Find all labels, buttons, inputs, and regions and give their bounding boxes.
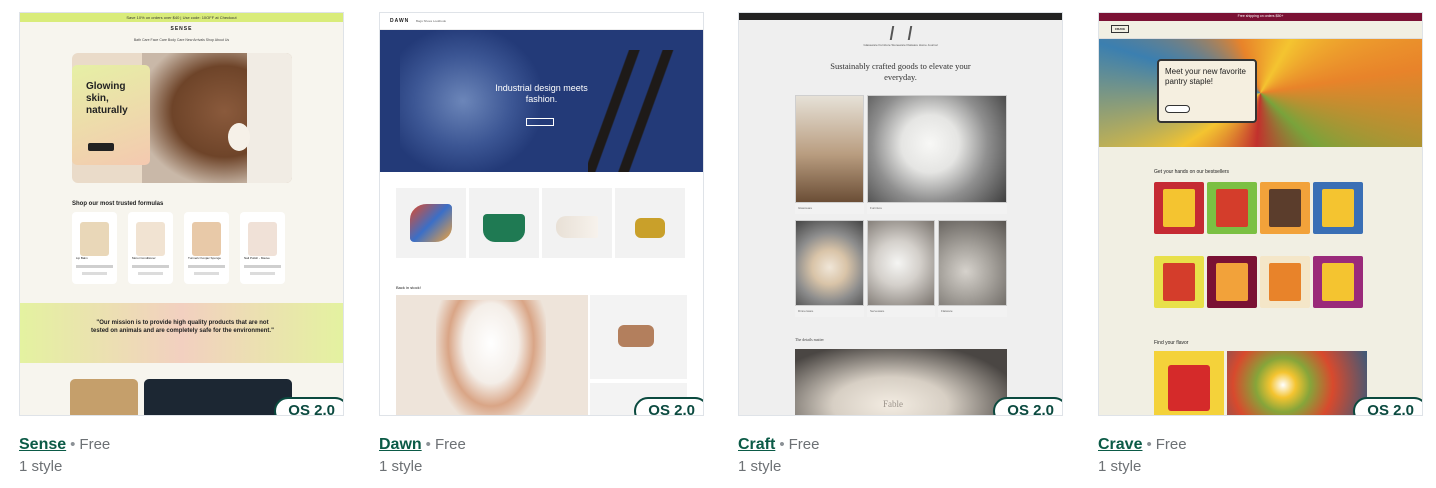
preview-product-card [615, 188, 685, 258]
separator-dot: • [779, 436, 785, 453]
os2-badge: OS 2.0 [634, 397, 703, 415]
preview-product-card [1260, 256, 1310, 308]
preview-collection-image [795, 220, 864, 306]
theme-meta: Dawn • Free [379, 434, 704, 456]
preview-hero-button [526, 118, 554, 126]
preview-nav: Bath Care Face Care Body Care New Arriva… [133, 38, 230, 42]
preview-header [1099, 21, 1422, 39]
preview-collection-image [867, 220, 935, 306]
preview-collection-label: Dinnerware [795, 306, 864, 317]
preview-nav: Bags Shoes Lookbook [416, 19, 447, 23]
preview-logo [889, 26, 913, 40]
theme-price: Free [79, 436, 111, 453]
preview-section-title: Back in stock! [396, 285, 421, 290]
preview-hero-title: Glowing skin, naturally [86, 81, 128, 116]
theme-style-count: 1 style [738, 458, 782, 475]
preview-image [144, 379, 292, 415]
preview-collection-label: Glassware [795, 203, 864, 214]
preview-hero-button [1165, 105, 1190, 113]
preview-product-card: Lip Balm [72, 212, 117, 284]
preview-product-card [469, 188, 539, 258]
theme-name-link[interactable]: Dawn [379, 436, 422, 453]
separator-dot: • [1146, 436, 1152, 453]
theme-name-link[interactable]: Crave [1098, 436, 1142, 453]
preview-nav: Glassware Furniture Stoneware Flatware H… [863, 43, 938, 47]
theme-style-count: 1 style [19, 458, 63, 475]
preview-plate-text: Fable [883, 399, 903, 409]
preview-product-card [1313, 256, 1363, 308]
preview-collection-image [795, 95, 864, 203]
preview-logo: SENSE [170, 26, 193, 32]
preview-product-name: Nail Polish - Mauve [244, 256, 270, 260]
preview-collection-image [938, 220, 1007, 306]
preview-hero-title: Sustainably crafted goods to elevate you… [830, 61, 971, 82]
preview-image [1154, 351, 1224, 415]
preview-product-card [1154, 256, 1204, 308]
preview-product-name: Turmeric Konjac Sponge [188, 256, 221, 260]
preview-collection-label: Serveware [867, 306, 935, 317]
theme-price: Free [1155, 436, 1187, 453]
preview-section-title: The details matter [795, 337, 824, 342]
preview-image [590, 295, 687, 379]
os2-badge: OS 2.0 [993, 397, 1062, 415]
preview-announcement-bar: Free shipping on orders $50+ [1099, 13, 1422, 21]
preview-section-title: Find your flavor [1154, 340, 1189, 346]
theme-style-count: 1 style [1098, 458, 1142, 475]
preview-image: Fable [795, 349, 1007, 415]
theme-card-craft: Glassware Furniture Stoneware Flatware H… [738, 12, 1063, 475]
preview-announcement-bar [739, 13, 1062, 20]
separator-dot: • [425, 436, 431, 453]
preview-product-name: Moroi Conditioner [132, 256, 156, 260]
preview-collection-label: Furniture [867, 203, 1007, 214]
theme-preview-craft[interactable]: Glassware Furniture Stoneware Flatware H… [738, 12, 1063, 416]
preview-hero-title: Meet your new favorite pantry staple! [1165, 67, 1246, 86]
preview-product-card [542, 188, 612, 258]
preview-image [1227, 351, 1367, 415]
preview-product-card [1207, 182, 1257, 234]
theme-meta: Crave • Free [1098, 434, 1423, 456]
preview-product-card [1313, 182, 1363, 234]
preview-product-card [396, 188, 466, 258]
preview-collection-label: Flatware [938, 306, 1007, 317]
preview-image [396, 295, 588, 415]
theme-preview-crave[interactable]: Free shipping on orders $50+ CRAVE Meet … [1098, 12, 1423, 416]
preview-image [70, 379, 138, 415]
theme-meta: Sense • Free [19, 434, 344, 456]
preview-product-card [1207, 256, 1257, 308]
preview-logo: CRAVE [1111, 25, 1129, 33]
preview-announcement-bar: Save 10% on orders over $40 | Use code: … [20, 13, 343, 22]
os2-badge: OS 2.0 [274, 397, 343, 415]
preview-announcement-text: Free shipping on orders $50+ [1237, 14, 1284, 18]
theme-card-crave: Free shipping on orders $50+ CRAVE Meet … [1098, 12, 1423, 475]
preview-product-card [1260, 182, 1310, 234]
theme-preview-dawn[interactable]: DAWN Bags Shoes Lookbook Industrial desi… [379, 12, 704, 416]
theme-style-count: 1 style [379, 458, 423, 475]
preview-hero-image [1099, 39, 1422, 147]
theme-card-dawn: DAWN Bags Shoes Lookbook Industrial desi… [379, 12, 704, 475]
preview-product-card [1154, 182, 1204, 234]
theme-meta: Craft • Free [738, 434, 1063, 456]
separator-dot: • [70, 436, 76, 453]
preview-section-title: Get your hands on our bestsellers [1154, 169, 1230, 175]
preview-logo: DAWN [390, 18, 410, 24]
preview-product-card: Moroi Conditioner [128, 212, 173, 284]
theme-price: Free [434, 436, 466, 453]
preview-product-card: Nail Polish - Mauve [240, 212, 285, 284]
preview-hero-button [88, 143, 114, 151]
preview-product-name: Lip Balm [76, 256, 88, 260]
preview-section-title: Shop our most trusted formulas [72, 201, 164, 207]
preview-collection-image [867, 95, 1007, 203]
theme-price: Free [788, 436, 820, 453]
theme-preview-sense[interactable]: Save 10% on orders over $40 | Use code: … [19, 12, 344, 416]
preview-product-card: Turmeric Konjac Sponge [184, 212, 229, 284]
preview-quote-text: "Our mission is to provide high quality … [91, 320, 274, 334]
os2-badge: OS 2.0 [1353, 397, 1422, 415]
theme-card-sense: Save 10% on orders over $40 | Use code: … [19, 12, 344, 475]
preview-hero-title: Industrial design meets fashion. [495, 83, 588, 104]
theme-name-link[interactable]: Sense [19, 436, 66, 453]
theme-name-link[interactable]: Craft [738, 436, 775, 453]
